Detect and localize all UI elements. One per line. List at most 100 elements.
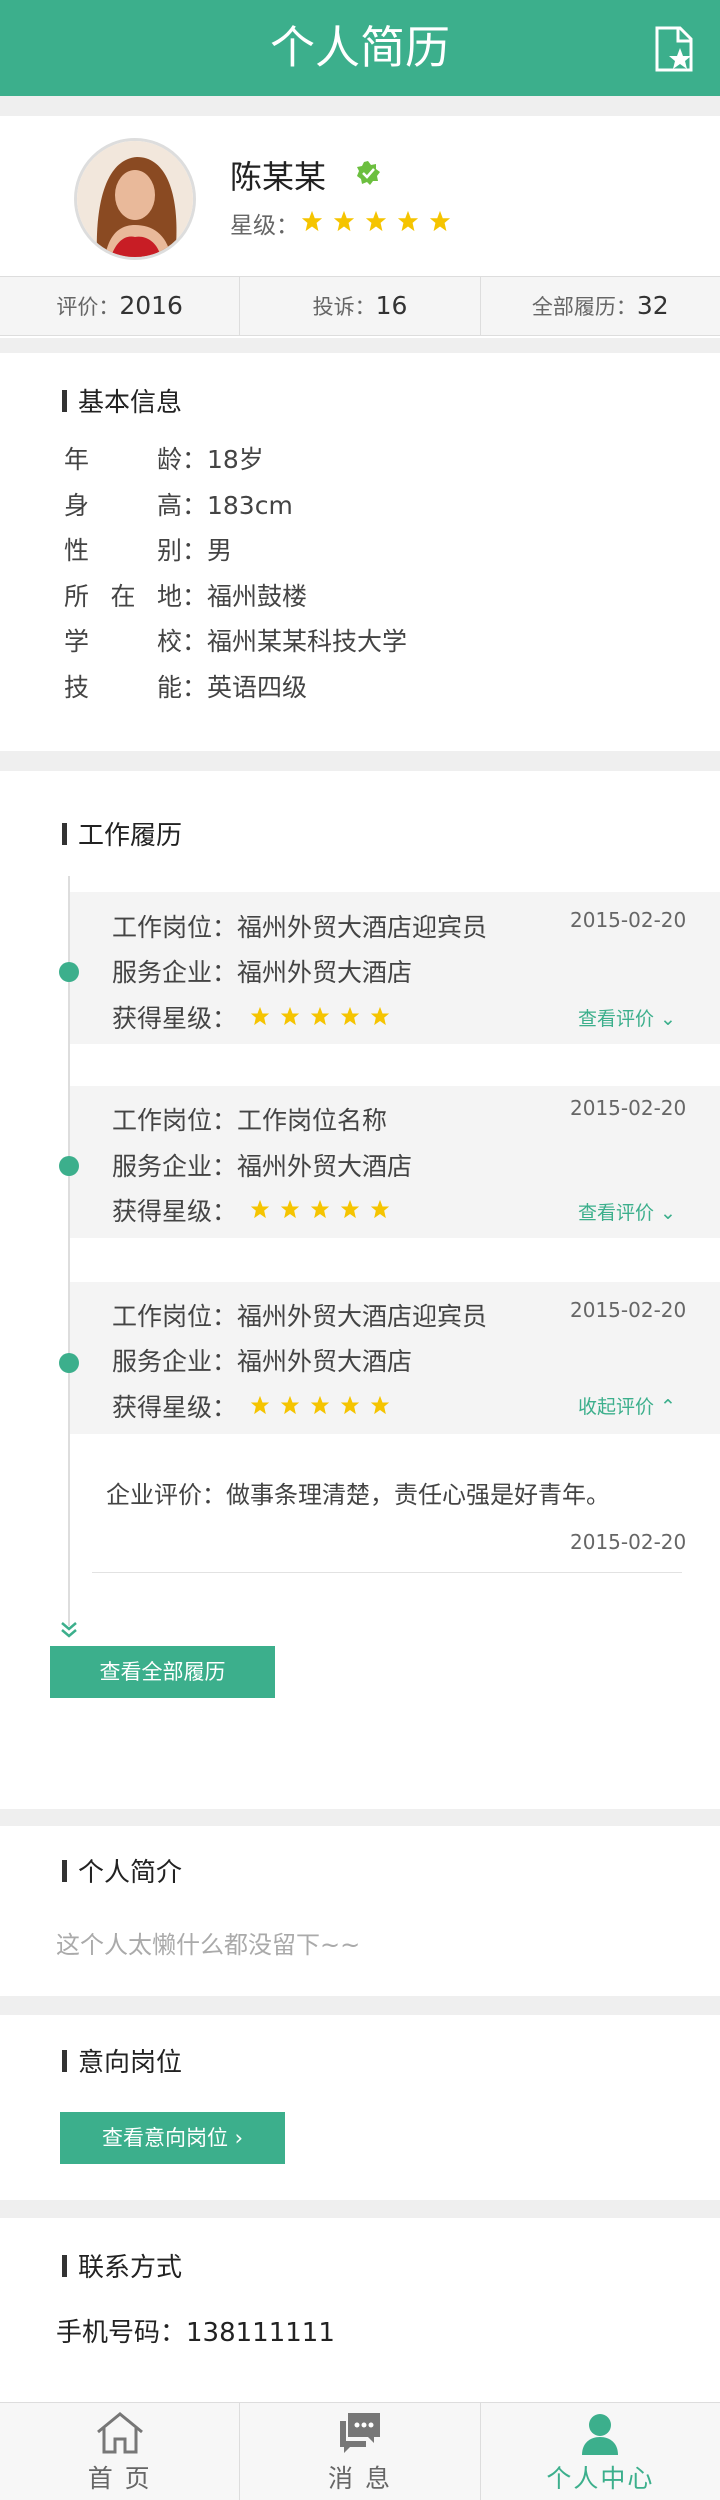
tab-label: 消 息	[328, 2464, 392, 2493]
favorite-resume-icon[interactable]	[654, 26, 694, 72]
star-icon	[280, 1006, 300, 1026]
stat-value: 2016	[119, 291, 183, 320]
view-review-link[interactable]: 查看评价 ⌄	[578, 1004, 676, 1031]
star-icon	[250, 1395, 270, 1415]
tab-profile[interactable]: 个人中心	[481, 2403, 720, 2500]
job-position: 工作岗位：福州外贸大酒店迎宾员	[112, 913, 488, 942]
info-key: 所在地	[64, 582, 182, 611]
stat-label: 评价：	[56, 295, 120, 319]
info-row-gender: 性别：男	[64, 531, 232, 567]
job-date: 2015-02-20	[570, 908, 687, 932]
job-star-rating	[250, 1395, 390, 1415]
user-name: 陈某某	[230, 158, 327, 196]
star-icon	[365, 210, 387, 232]
star-icon	[370, 1395, 390, 1415]
info-row-school: 学校：福州某某科技大学	[64, 622, 407, 658]
star-icon	[370, 1199, 390, 1219]
info-value: ：男	[182, 536, 233, 565]
timeline-end-arrow-icon	[61, 1622, 77, 1638]
info-row-skill: 技能：英语四级	[64, 668, 307, 704]
message-icon	[339, 2413, 380, 2453]
star-icon	[340, 1006, 360, 1026]
section-title: 工作履历	[62, 815, 182, 852]
job-position: 工作岗位：福州外贸大酒店迎宾员	[112, 1302, 488, 1331]
info-key: 年龄	[64, 445, 182, 474]
star-icon	[340, 1395, 360, 1415]
page-title: 个人简历	[269, 21, 450, 74]
job-company: 服务企业：福州外贸大酒店	[112, 1347, 413, 1376]
info-value: ：183cm	[182, 491, 293, 520]
level-label: 星级：	[230, 213, 299, 239]
stat-value: 16	[375, 291, 408, 320]
person-icon	[582, 2414, 619, 2455]
tab-label: 首 页	[87, 2464, 152, 2493]
info-value: ：18岁	[182, 445, 264, 474]
star-icon	[340, 1199, 360, 1219]
stat-reviews[interactable]: 评价：2016	[0, 277, 241, 335]
star-icon	[250, 1006, 270, 1026]
profile-star-rating	[301, 210, 451, 232]
info-row-location: 所在地：福州鼓楼	[64, 577, 307, 613]
stat-label: 全部履历：	[531, 295, 637, 319]
phone-number: 手机号码：138111111	[56, 2318, 335, 2348]
timeline-dot	[59, 1353, 79, 1373]
bottom-tab-bar: 首 页 消 息 个人中心	[0, 2402, 720, 2500]
star-icon	[333, 210, 355, 232]
star-icon	[310, 1006, 330, 1026]
info-value: ：英语四级	[182, 673, 308, 702]
star-icon	[310, 1395, 330, 1415]
job-star-rating	[250, 1199, 390, 1219]
star-icon	[429, 210, 451, 232]
job-date: 2015-02-20	[570, 1298, 687, 1322]
job-company: 服务企业：福州外贸大酒店	[112, 958, 413, 987]
view-review-link[interactable]: 查看评价 ⌄	[578, 1198, 676, 1225]
star-icon	[310, 1199, 330, 1219]
tab-messages[interactable]: 消 息	[240, 2403, 481, 2500]
info-key: 性别	[64, 536, 182, 565]
timeline-dot	[59, 1156, 79, 1176]
stat-complaints[interactable]: 投诉：16	[240, 277, 481, 335]
star-icon	[370, 1006, 390, 1026]
section-title: 意向岗位	[62, 2042, 182, 2079]
star-icon	[250, 1199, 270, 1219]
avatar	[74, 138, 196, 260]
section-title: 联系方式	[62, 2247, 182, 2284]
tab-home[interactable]: 首 页	[0, 2403, 241, 2500]
view-intent-button[interactable]: 查看意向岗位 ›	[60, 2112, 285, 2164]
job-rating-label: 获得星级：	[112, 1004, 238, 1033]
company-review-text: 企业评价：做事条理清楚，责任心强是好青年。	[106, 1481, 610, 1509]
info-row-age: 年龄：18岁	[64, 440, 264, 476]
stats-bar: 评价：2016 投诉：16 全部履历：32	[0, 276, 720, 336]
verified-badge-icon	[357, 161, 380, 185]
info-key: 学校	[64, 627, 182, 656]
star-icon	[280, 1199, 300, 1219]
info-key: 技能	[64, 673, 182, 702]
divider	[92, 1572, 682, 1573]
star-icon	[397, 210, 419, 232]
info-key: 身高	[64, 491, 182, 520]
stat-value: 32	[636, 291, 669, 320]
job-star-rating	[250, 1006, 390, 1026]
stat-label: 投诉：	[312, 295, 376, 319]
star-icon	[280, 1395, 300, 1415]
stat-all-history[interactable]: 全部履历：32	[481, 277, 720, 335]
view-all-history-button[interactable]: 查看全部履历	[50, 1646, 275, 1698]
section-title: 个人简介	[62, 1852, 182, 1889]
job-position: 工作岗位：工作岗位名称	[112, 1106, 388, 1135]
star-icon	[301, 210, 323, 232]
intro-text: 这个人太懒什么都没留下~~	[56, 1931, 361, 1959]
job-date: 2015-02-20	[570, 1096, 687, 1120]
info-value: ：福州鼓楼	[182, 582, 308, 611]
contact-section	[0, 2218, 720, 2402]
timeline-dot	[59, 962, 79, 982]
info-value: ：福州某某科技大学	[182, 627, 408, 656]
job-rating-label: 获得星级：	[112, 1393, 238, 1422]
tab-label: 个人中心	[546, 2464, 655, 2493]
info-row-height: 身高：183cm	[64, 486, 293, 522]
home-icon	[96, 2412, 143, 2454]
job-company: 服务企业：福州外贸大酒店	[112, 1152, 413, 1181]
section-title: 基本信息	[62, 382, 182, 419]
collapse-review-link[interactable]: 收起评价 ⌃	[578, 1392, 676, 1419]
review-date: 2015-02-20	[570, 1530, 687, 1554]
job-rating-label: 获得星级：	[112, 1197, 238, 1226]
